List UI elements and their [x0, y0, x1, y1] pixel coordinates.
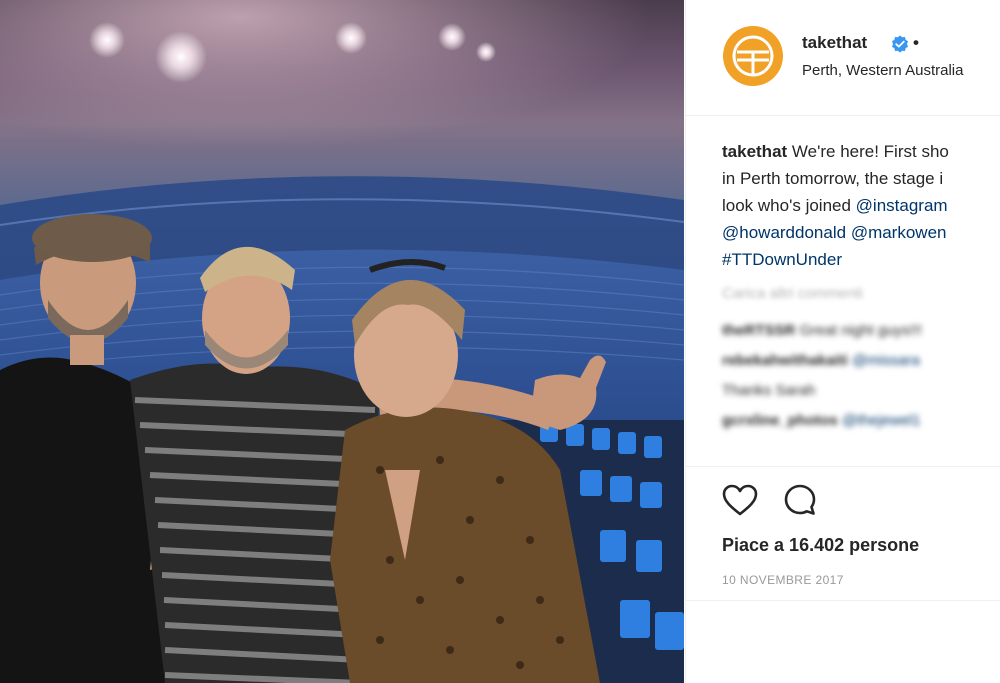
mention-link[interactable]: @instagram [856, 196, 948, 215]
avatar[interactable] [723, 26, 783, 86]
post-photo[interactable] [0, 0, 684, 683]
comment-bubble-icon[interactable] [783, 483, 817, 517]
verified-badge-icon [892, 35, 908, 53]
post-caption: takethat We're here! First sho in Perth … [722, 138, 1000, 273]
caption-line: in Perth tomorrow, the stage i [722, 169, 944, 188]
caption-username[interactable]: takethat [722, 142, 787, 161]
caption-line: @howarddonald @markowen [722, 219, 1000, 246]
caption-text: look who's joined [722, 196, 856, 215]
load-more-comments[interactable]: Carica altri commenti [722, 285, 1000, 302]
likes-count[interactable]: Piace a 16.402 persone [722, 535, 919, 556]
comment-item: Thanks Sarah [722, 376, 1000, 406]
header-separator: • [913, 33, 919, 52]
post-location[interactable]: Perth, Western Australia [802, 62, 963, 79]
divider [686, 466, 1000, 467]
instagram-post: takethat • Perth, Western Australia take… [0, 0, 1000, 683]
comment-item: gcrxline_photos @thejewel1 [722, 406, 1000, 436]
divider [686, 600, 1000, 601]
take-that-logo-icon [732, 35, 774, 77]
comment-text: Thanks Sarah [722, 382, 816, 399]
hashtag-link[interactable]: #TTDownUnder [722, 250, 842, 269]
comment-list: theRTSSR Great night guys!!! rebekahwith… [722, 316, 1000, 436]
caption-line: takethat We're here! First sho [722, 138, 1000, 165]
heart-icon[interactable] [721, 483, 759, 517]
caption-line: #TTDownUnder [722, 246, 1000, 273]
caption-text: We're here! First sho [791, 142, 949, 161]
post-username[interactable]: takethat [802, 33, 867, 53]
comment-text: Great night guys!!! [799, 322, 923, 339]
post-sidebar: takethat • Perth, Western Australia take… [685, 0, 1000, 683]
comment-username[interactable]: theRTSSR [722, 322, 795, 339]
comment-username[interactable]: rebekahwithakaiti [722, 352, 848, 369]
comment-username[interactable]: gcrxline_photos [722, 412, 838, 429]
comment-text: @thejewel1 [842, 412, 921, 429]
comment-item: rebekahwithakaiti @missara [722, 346, 1000, 376]
mention-link[interactable]: @howarddonald [722, 223, 846, 242]
caption-line: look who's joined @instagram [722, 192, 1000, 219]
comment-text: @missara [852, 352, 920, 369]
photo-illustration [0, 0, 684, 683]
post-header: takethat • Perth, Western Australia [686, 0, 1000, 116]
comment-item: theRTSSR Great night guys!!! [722, 316, 1000, 346]
mention-link[interactable]: @markowen [851, 223, 947, 242]
post-date[interactable]: 10 NOVEMBRE 2017 [722, 573, 844, 587]
comments-section: Carica altri commenti theRTSSR Great nig… [722, 285, 1000, 436]
